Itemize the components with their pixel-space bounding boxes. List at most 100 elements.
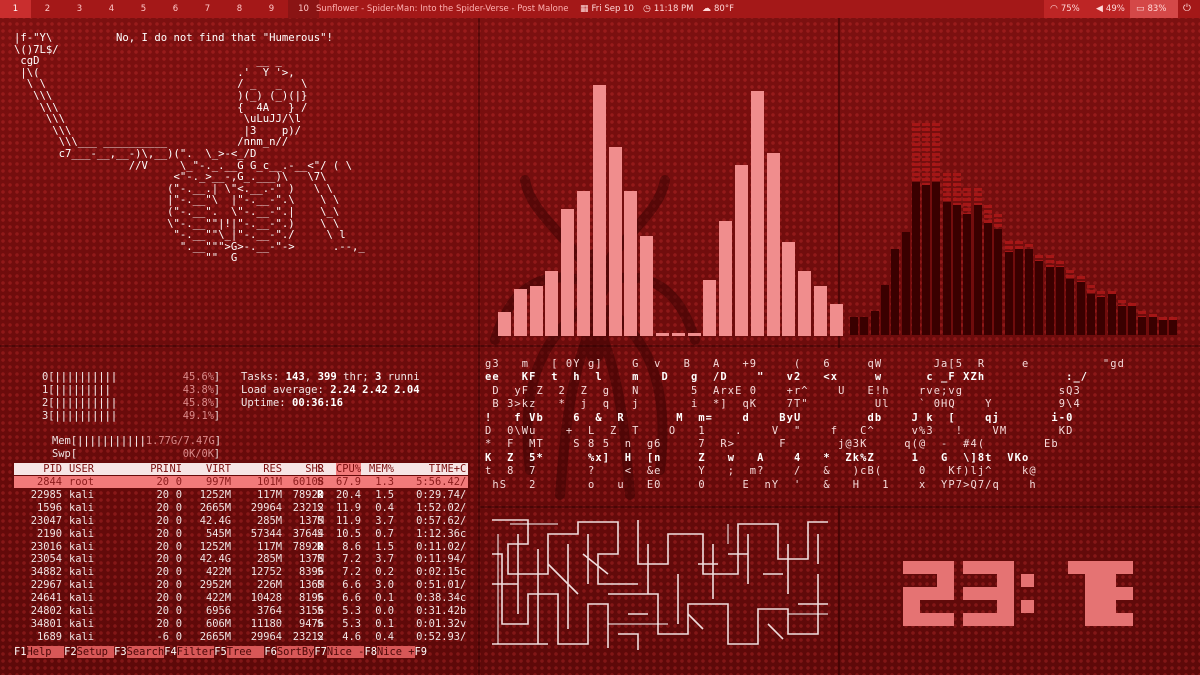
- table-row[interactable]: 24641 kali 20 0 422M 10428 8196 S 6.6 0.1 0:38.34 c: [14, 592, 468, 604]
- fkey-f6[interactable]: F6: [264, 646, 277, 658]
- workspace-2[interactable]: 2: [32, 0, 63, 18]
- threads-count: 399: [317, 371, 337, 383]
- workspace-1[interactable]: 1: [0, 0, 31, 18]
- workspace-4[interactable]: 4: [96, 0, 127, 18]
- table-row[interactable]: 23047 kali 20 0 42.4G 285M 137M S 11.9 3.7 0:57.62…: [14, 515, 468, 527]
- cell-res: 117M: [256, 488, 282, 501]
- cell-s: S: [317, 579, 324, 592]
- cell-mem: 3.7: [375, 514, 394, 527]
- cell-res: 10428: [250, 592, 282, 605]
- ascii-line: \\\___ __________ /nnm_n//: [14, 136, 289, 149]
- fkey-f5-label[interactable]: Tree: [226, 646, 265, 658]
- fkey-f8[interactable]: F8: [364, 646, 377, 658]
- cell-pid: 23047: [30, 514, 62, 527]
- fkey-f4[interactable]: F4: [164, 646, 177, 658]
- column-header-time[interactable]: TIME+: [429, 463, 460, 475]
- cell-c: /: [460, 514, 467, 527]
- date-widget[interactable]: ▦ Fri Sep 10: [580, 0, 634, 18]
- fkey-f1-label[interactable]: Help: [26, 646, 65, 658]
- wifi-widget[interactable]: ◠ 75%: [1044, 0, 1090, 18]
- fkey-f8-label[interactable]: Nice +: [376, 646, 415, 658]
- matrix-row: g3 m [ 0Y g] G v B A +9 ( 6 qW Ja[5 R e …: [485, 358, 1125, 370]
- power-icon[interactable]: ⏻: [1183, 0, 1191, 18]
- swap-value: 0K/0K: [182, 448, 214, 460]
- fkey-f7-label[interactable]: Nice -: [326, 646, 365, 658]
- workspace-6[interactable]: 6: [160, 0, 191, 18]
- fkey-f5[interactable]: F5: [214, 646, 227, 658]
- visualizer-bar: [703, 279, 717, 336]
- cell-pri: 20: [156, 566, 169, 579]
- process-table-header[interactable]: PID USER PRI NI VIRT RES SHR S CPU% MEM% TIME+ C: [14, 463, 468, 475]
- fkey-f3[interactable]: F3: [114, 646, 127, 658]
- column-header-virt[interactable]: VIRT: [206, 463, 231, 475]
- time-label: 11:18 PM: [653, 4, 694, 14]
- cell-c: /: [460, 488, 467, 501]
- fkey-f9[interactable]: F9: [415, 646, 428, 658]
- cell-time: 0:02.15: [416, 566, 460, 579]
- column-header-pri[interactable]: PRI: [150, 463, 169, 475]
- column-header-user[interactable]: USER: [69, 463, 94, 475]
- function-key-bar: F1Help F2Setup F3SearchF4FilterF5Tree F6…: [14, 646, 427, 658]
- visualizer-bar: [624, 191, 638, 336]
- fkey-f6-label[interactable]: SortBy: [276, 646, 315, 658]
- table-row[interactable]: 1689 kali -6 0 2665M 29964 23212 S 4.6 0.4 0:52.93…: [14, 631, 468, 643]
- cell-c: c: [460, 527, 467, 540]
- cell-virt: 2665M: [199, 501, 231, 514]
- table-row[interactable]: 2190 kali 20 0 545M 57344 37644 S 10.5 0.7 1:12.36…: [14, 528, 468, 540]
- cell-c: /: [460, 501, 467, 514]
- fkey-f3-label[interactable]: Search: [126, 646, 165, 658]
- cell-pid: 23016: [30, 540, 62, 553]
- fkey-f4-label[interactable]: Filter: [176, 646, 215, 658]
- time-widget[interactable]: ◷ 11:18 PM: [643, 0, 694, 18]
- table-row[interactable]: 34882 kali 20 0 422M 12752 8396 S 7.2 0.2 0:02.15 c: [14, 566, 468, 578]
- workspace-3[interactable]: 3: [64, 0, 95, 18]
- cell-c: /: [460, 476, 467, 488]
- matrix-row: K Z 5* %x] H [n Z w A 4 * Zk%Z 1 G \]8t …: [485, 451, 1030, 464]
- cell-s: S: [317, 630, 324, 643]
- table-row[interactable]: 23054 kali 20 0 42.4G 285M 137M S 7.2 3.7 0:11.94/: [14, 553, 468, 565]
- table-row[interactable]: 22985 kali 20 0 1252M 117M 78920 R 20.4 1.5 0:29.7…: [14, 489, 468, 501]
- visualizer-bar: [901, 231, 910, 335]
- ascii-line: <"-._>__-,G_.___)\ \7\: [14, 171, 327, 184]
- fkey-f7[interactable]: F7: [314, 646, 327, 658]
- visualizer-bar: [932, 181, 941, 335]
- workspace-10[interactable]: 10: [288, 0, 319, 18]
- cell-c: /: [460, 540, 467, 553]
- workspace-8[interactable]: 8: [224, 0, 255, 18]
- table-row[interactable]: 22967 kali 20 0 2952M 226M 136M S 6.6 3.0 0:51.01/: [14, 579, 468, 591]
- workspace-9[interactable]: 9: [256, 0, 287, 18]
- table-row[interactable]: 23016 kali 20 0 1252M 117M 78920 R 8.6 1.5 0:11.02…: [14, 541, 468, 553]
- cell-pri: 20: [156, 579, 169, 592]
- battery-icon: ▭: [1136, 4, 1145, 14]
- table-row[interactable]: 1596 kali 20 0 2665M 29964 23212 S 11.9 0.4 1:52.0…: [14, 502, 468, 514]
- fkey-f1[interactable]: F1: [14, 646, 27, 658]
- cell-time: 0:51.01: [416, 579, 460, 592]
- cell-time: 5:56.42: [416, 476, 460, 488]
- column-header-ni[interactable]: NI: [169, 463, 182, 475]
- table-row[interactable]: 2844 root 20 0 997M 101M 60108 S 67.9 1.3 5:56.42/: [14, 476, 468, 488]
- battery-widget[interactable]: ▭ 83%: [1130, 0, 1178, 18]
- column-header-s[interactable]: S: [317, 463, 323, 475]
- table-row[interactable]: 24802 kali 20 0 6956 3764 3156 S 5.3 0.0 0:31.42 b: [14, 605, 468, 617]
- column-header-c[interactable]: C: [460, 463, 466, 475]
- table-row[interactable]: 34801 kali 20 0 606M 11180 9476 S 5.3 0.1 0:01.32 v: [14, 618, 468, 630]
- column-header-mem[interactable]: MEM%: [369, 463, 394, 475]
- column-header-cpu[interactable]: CPU%: [335, 463, 361, 475]
- workspace-7[interactable]: 7: [192, 0, 223, 18]
- cpu-percent: 45.6%: [182, 371, 214, 383]
- column-header-res[interactable]: RES: [263, 463, 282, 475]
- fkey-f2-label[interactable]: Setup: [76, 646, 115, 658]
- visualizer-bar: [1107, 293, 1116, 335]
- column-header-pid[interactable]: PID: [43, 463, 62, 475]
- weather-widget[interactable]: ☁ 80°F: [702, 0, 734, 18]
- volume-label: 49%: [1105, 4, 1125, 14]
- visualizer-bar: [640, 235, 654, 336]
- workspace-5[interactable]: 5: [128, 0, 159, 18]
- matrix-row: hS 2 o u E0 0 E nY ' & H 1 x YP7>Q7/q h: [485, 478, 1037, 491]
- cell-mem: 0.4: [375, 630, 394, 643]
- matrix-row: B 3>kz * j q j i *] qK 7T" Ul ` 0HQ Y 9\…: [485, 398, 1081, 411]
- ascii-line: \\\ )(_) (_)(|}: [14, 89, 308, 102]
- fkey-f2[interactable]: F2: [64, 646, 77, 658]
- cell-virt: 606M: [205, 617, 231, 630]
- ascii-line: "" G: [14, 252, 238, 265]
